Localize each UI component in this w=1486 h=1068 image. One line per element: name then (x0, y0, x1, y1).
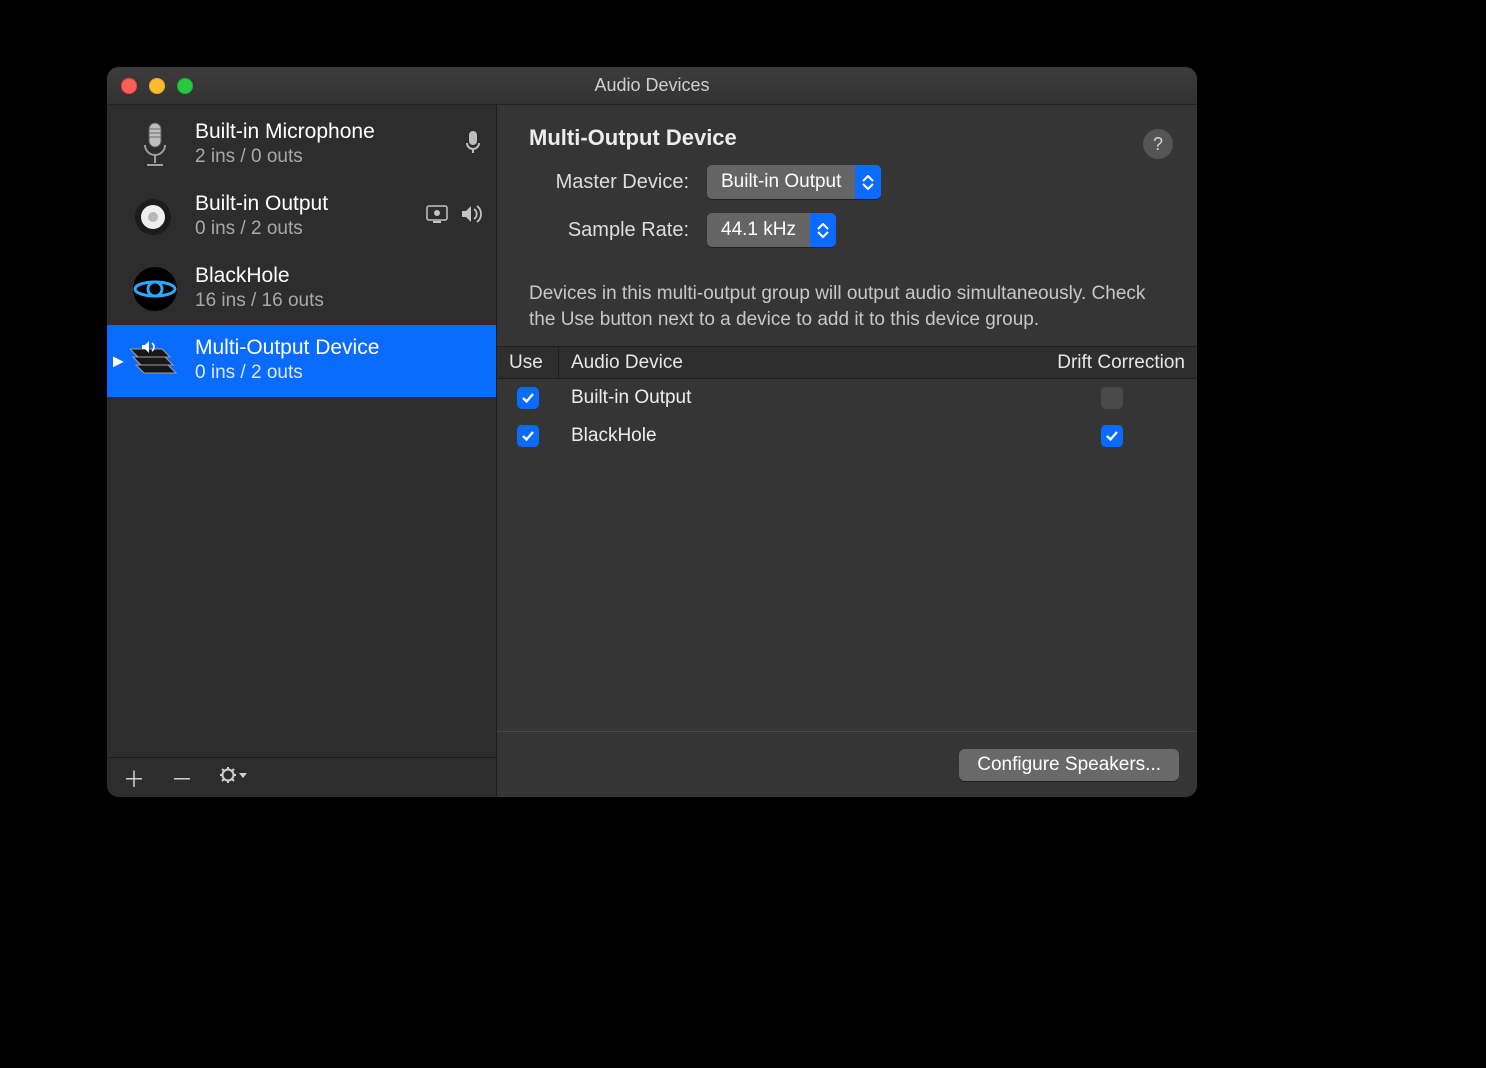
sample-rate-select[interactable]: 44.1 kHz (707, 213, 836, 247)
add-device-button[interactable]: ＋ (123, 762, 145, 794)
device-sidebar: Built-in Microphone 2 ins / 0 outs (107, 105, 497, 797)
table-header: Use Audio Device Drift Correction (497, 347, 1197, 379)
device-row-built-in-output[interactable]: Built-in Output 0 ins / 2 outs (107, 181, 496, 253)
disclosure-triangle-icon[interactable]: ▶ (113, 353, 124, 370)
zoom-button[interactable] (177, 78, 193, 94)
select-stepper-icon (810, 213, 836, 247)
device-row-built-in-microphone[interactable]: Built-in Microphone 2 ins / 0 outs (107, 109, 496, 181)
system-output-icon (426, 205, 450, 229)
table-row[interactable]: Built-in Output (497, 379, 1197, 417)
device-row-blackhole[interactable]: BlackHole 16 ins / 16 outs (107, 253, 496, 325)
window-body: Built-in Microphone 2 ins / 0 outs (107, 105, 1197, 797)
minimize-button[interactable] (149, 78, 165, 94)
drift-checkbox (1101, 387, 1123, 409)
device-name: Built-in Output (195, 191, 426, 216)
blackhole-icon (129, 263, 181, 315)
device-io: 0 ins / 2 outs (195, 360, 486, 387)
device-name: Multi-Output Device (195, 335, 486, 360)
drift-checkbox[interactable] (1101, 425, 1123, 447)
close-button[interactable] (121, 78, 137, 94)
column-device[interactable]: Audio Device (559, 352, 1027, 374)
microphone-icon (129, 119, 181, 171)
panel-title: Multi-Output Device (529, 125, 1169, 151)
panel-description: Devices in this multi-output group will … (497, 269, 1197, 346)
device-io: 16 ins / 16 outs (195, 288, 486, 315)
column-use[interactable]: Use (497, 347, 559, 378)
use-checkbox[interactable] (517, 387, 539, 409)
device-name: BlackHole (195, 263, 486, 288)
sample-rate-value: 44.1 kHz (707, 219, 810, 241)
window-title: Audio Devices (107, 75, 1197, 96)
table-empty-area (497, 455, 1197, 731)
panel-footer: Configure Speakers... (497, 731, 1197, 797)
audio-devices-window: Audio Devices (107, 67, 1197, 797)
sample-rate-label: Sample Rate: (529, 219, 689, 242)
table-row[interactable]: BlackHole (497, 417, 1197, 455)
device-list: Built-in Microphone 2 ins / 0 outs (107, 105, 496, 757)
master-device-select[interactable]: Built-in Output (707, 165, 881, 199)
help-button[interactable]: ? (1143, 129, 1173, 159)
subdevice-table: Use Audio Device Drift Correction Built-… (497, 346, 1197, 455)
row-device-name: BlackHole (559, 425, 1027, 447)
configure-speakers-button[interactable]: Configure Speakers... (959, 749, 1179, 781)
traffic-lights (121, 78, 193, 94)
sidebar-footer: ＋ － (107, 757, 496, 797)
device-io: 0 ins / 2 outs (195, 216, 426, 243)
speaker-icon (129, 191, 181, 243)
multi-output-icon (129, 335, 181, 387)
device-io: 2 ins / 0 outs (195, 144, 464, 171)
titlebar[interactable]: Audio Devices (107, 67, 1197, 105)
master-device-value: Built-in Output (707, 171, 855, 193)
use-checkbox[interactable] (517, 425, 539, 447)
select-stepper-icon (855, 165, 881, 199)
default-output-icon (460, 205, 482, 229)
detail-panel: Multi-Output Device Master Device: Built… (497, 105, 1197, 797)
default-input-icon (464, 129, 482, 161)
actions-menu-button[interactable] (219, 765, 247, 791)
column-drift[interactable]: Drift Correction (1027, 352, 1197, 374)
row-device-name: Built-in Output (559, 387, 1027, 409)
remove-device-button[interactable]: － (171, 762, 193, 794)
device-row-multi-output[interactable]: ▶ (107, 325, 496, 397)
device-name: Built-in Microphone (195, 119, 464, 144)
master-device-label: Master Device: (529, 171, 689, 194)
